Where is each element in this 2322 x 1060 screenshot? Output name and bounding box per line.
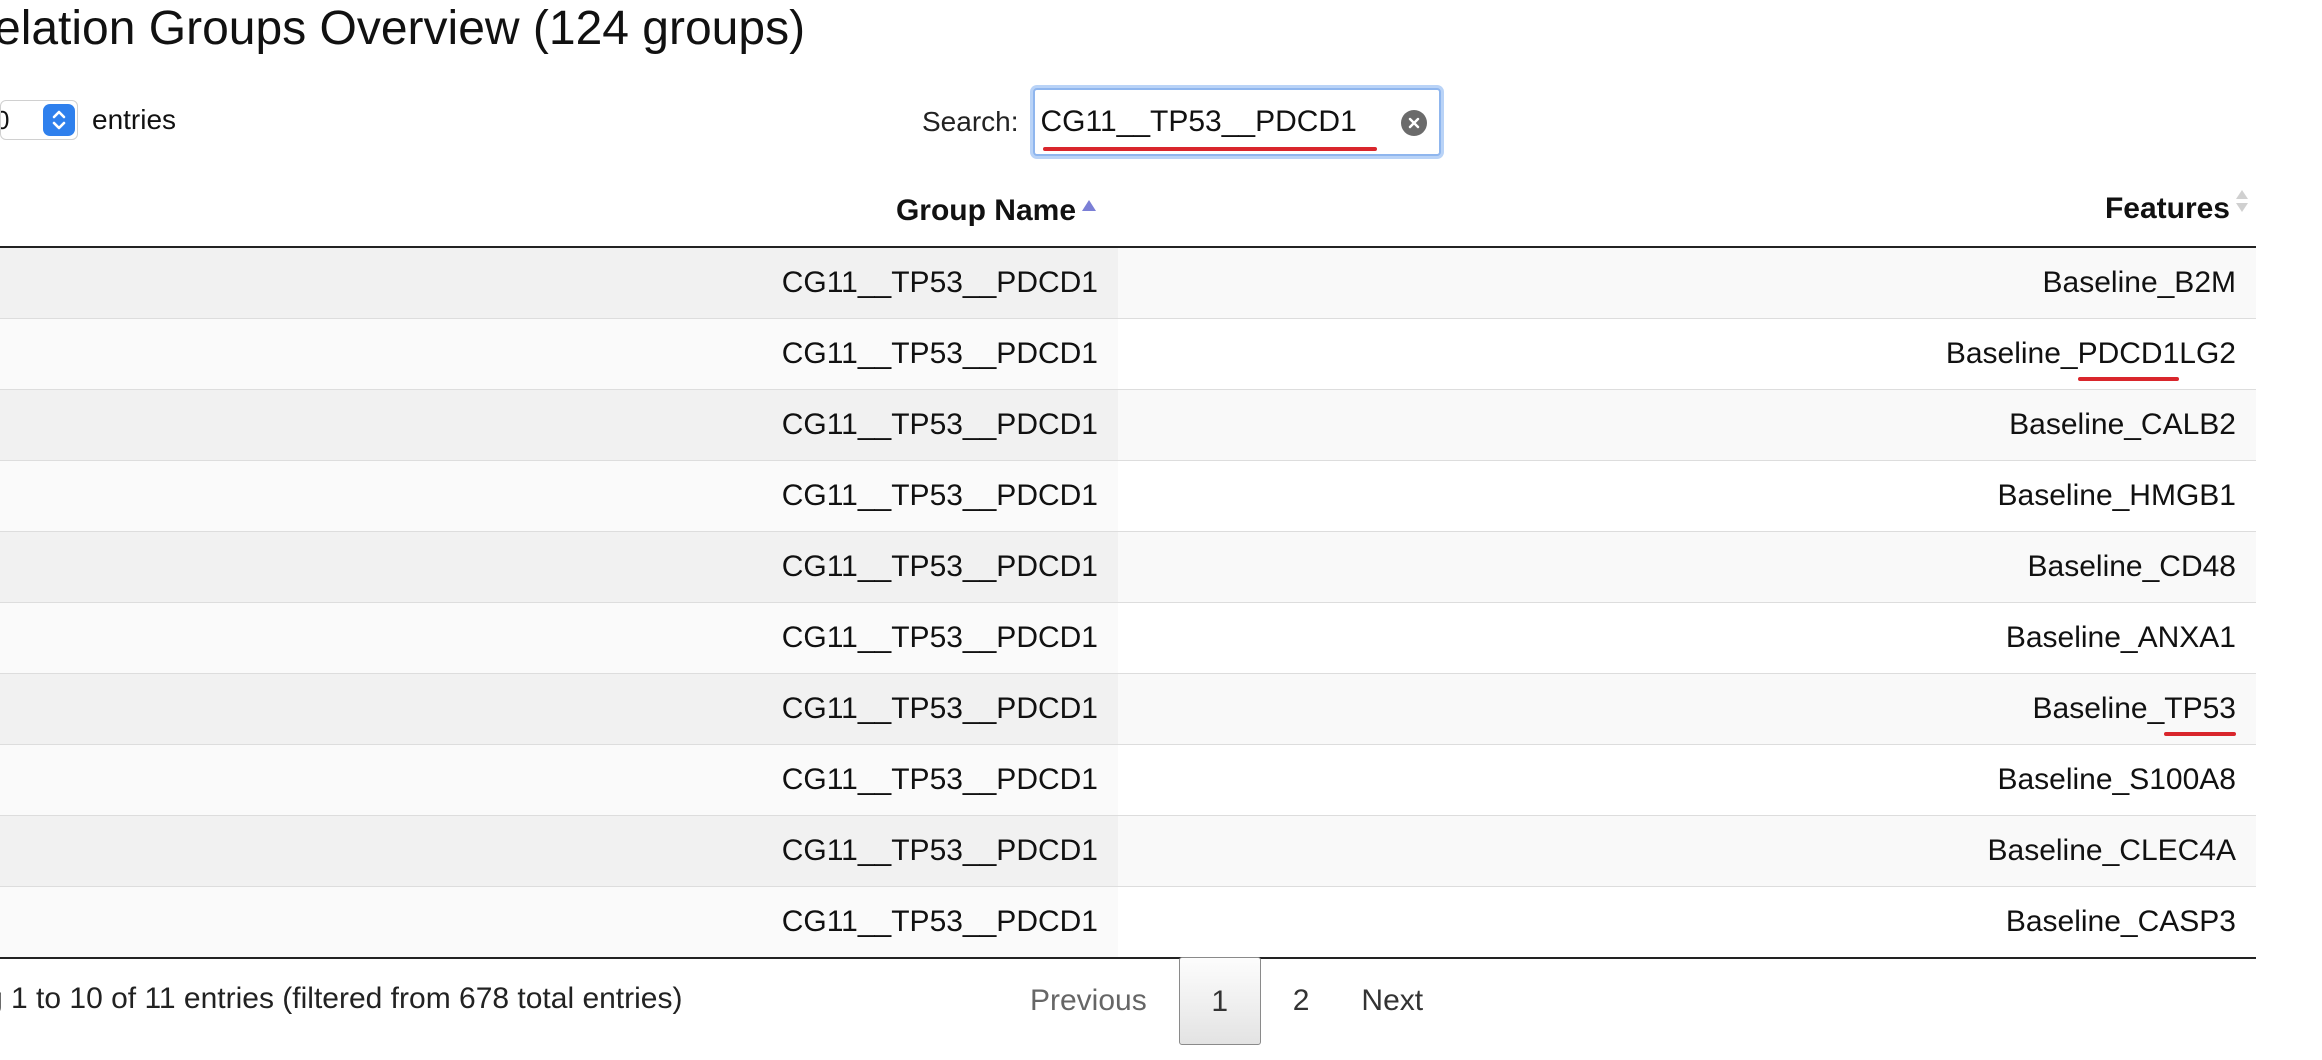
feature-cell: Baseline_CLEC4A xyxy=(1118,815,2256,887)
feature-cell: Baseline_CD48 xyxy=(1118,531,2256,603)
group-name-cell: CG11__TP53__PDCD1 xyxy=(0,531,1118,603)
page-button-1[interactable]: 1 xyxy=(1178,957,1261,1045)
group-name-cell: CG11__TP53__PDCD1 xyxy=(0,460,1118,532)
table-row[interactable]: CG11__TP53__PDCD1 Baseline_B2M xyxy=(0,247,2256,319)
previous-page-button[interactable]: Previous xyxy=(1004,957,1173,1045)
feature-cell: Baseline_HMGB1 xyxy=(1118,460,2256,532)
table-info: g 1 to 10 of 11 entries (filtered from 6… xyxy=(0,982,683,1015)
table-row[interactable]: CG11__TP53__PDCD1 Baseline_CALB2 xyxy=(0,389,2256,461)
feature-text: Baseline_CD48 xyxy=(2027,550,2236,583)
search-input[interactable] xyxy=(1040,96,1371,148)
table-row[interactable]: CG11__TP53__PDCD1 Baseline_S100A8 xyxy=(0,744,2256,816)
feature-cell: Baseline_CASP3 xyxy=(1118,886,2256,959)
search-control: Search: xyxy=(922,88,1441,156)
feature-cell: Baseline_S100A8 xyxy=(1118,744,2256,816)
feature-text: Baseline_ xyxy=(2032,692,2165,725)
search-box[interactable] xyxy=(1032,88,1441,156)
feature-cell: Baseline_TP53 xyxy=(1118,673,2256,745)
table-row[interactable]: CG11__TP53__PDCD1 Baseline_CD48 xyxy=(0,531,2256,603)
up-down-chevron-icon[interactable] xyxy=(43,104,75,136)
table-row[interactable]: CG11__TP53__PDCD1 Baseline_PDCD1LG2 xyxy=(0,318,2256,390)
group-name-cell: CG11__TP53__PDCD1 xyxy=(0,673,1118,745)
feature-cell: Baseline_PDCD1LG2 xyxy=(1118,318,2256,390)
feature-text: Baseline_S100A8 xyxy=(1997,763,2236,796)
page-length-select[interactable]: 0 xyxy=(0,100,78,140)
feature-text: Baseline_ANXA1 xyxy=(2005,621,2236,654)
feature-text: Baseline_ xyxy=(1945,337,2078,370)
feature-cell: Baseline_ANXA1 xyxy=(1118,602,2256,674)
clear-search-icon[interactable] xyxy=(1400,110,1427,136)
feature-match-highlight: PDCD1 xyxy=(2077,337,2180,381)
group-name-cell: CG11__TP53__PDCD1 xyxy=(0,318,1118,390)
groups-table: Group Name Features CG11__TP53__PDCD1 Bas… xyxy=(0,176,2256,959)
sort-unsorted-icon xyxy=(2234,186,2250,224)
search-annotation-underline xyxy=(1042,147,1377,151)
pagination: Previous 1 2 Next xyxy=(1004,957,1449,1045)
table-row[interactable]: CG11__TP53__PDCD1 Baseline_ANXA1 xyxy=(0,602,2256,674)
column-header-group-name[interactable]: Group Name xyxy=(0,176,1118,248)
feature-text-suffix: LG2 xyxy=(2179,337,2236,370)
next-page-button[interactable]: Next xyxy=(1335,957,1449,1045)
page-length-value: 0 xyxy=(1,101,9,139)
table-row[interactable]: CG11__TP53__PDCD1 Baseline_HMGB1 xyxy=(0,460,2256,532)
page-title: elation Groups Overview (124 groups) xyxy=(0,2,806,55)
search-label: Search: xyxy=(922,106,1019,137)
feature-text: Baseline_CASP3 xyxy=(2005,905,2236,938)
page-button-2[interactable]: 2 xyxy=(1267,957,1336,1045)
feature-cell: Baseline_CALB2 xyxy=(1118,389,2256,461)
sort-ascending-icon xyxy=(1080,188,1098,222)
group-name-cell: CG11__TP53__PDCD1 xyxy=(0,247,1118,319)
group-name-cell: CG11__TP53__PDCD1 xyxy=(0,602,1118,674)
feature-text: Baseline_B2M xyxy=(2042,266,2236,299)
feature-match-highlight: TP53 xyxy=(2164,692,2236,736)
entries-label: entries xyxy=(92,104,177,135)
page-length-control: 0 entries xyxy=(0,100,176,140)
table-row[interactable]: CG11__TP53__PDCD1 Baseline_CLEC4A xyxy=(0,815,2256,887)
feature-text: Baseline_CLEC4A xyxy=(1987,834,2236,867)
table-row[interactable]: CG11__TP53__PDCD1 Baseline_CASP3 xyxy=(0,886,2256,959)
table-row[interactable]: CG11__TP53__PDCD1 Baseline_TP53 xyxy=(0,673,2256,745)
column-header-label: Group Name xyxy=(895,194,1076,227)
group-name-cell: CG11__TP53__PDCD1 xyxy=(0,389,1118,461)
column-header-features[interactable]: Features xyxy=(1118,176,2256,248)
group-name-cell: CG11__TP53__PDCD1 xyxy=(0,886,1118,959)
table-body: CG11__TP53__PDCD1 Baseline_B2M CG11__TP53_… xyxy=(0,247,2256,959)
feature-cell: Baseline_B2M xyxy=(1118,247,2256,319)
column-header-label: Features xyxy=(2104,192,2230,225)
feature-text: Baseline_CALB2 xyxy=(2009,408,2236,441)
group-name-cell: CG11__TP53__PDCD1 xyxy=(0,815,1118,887)
feature-text: Baseline_HMGB1 xyxy=(1997,479,2236,512)
group-name-cell: CG11__TP53__PDCD1 xyxy=(0,744,1118,816)
